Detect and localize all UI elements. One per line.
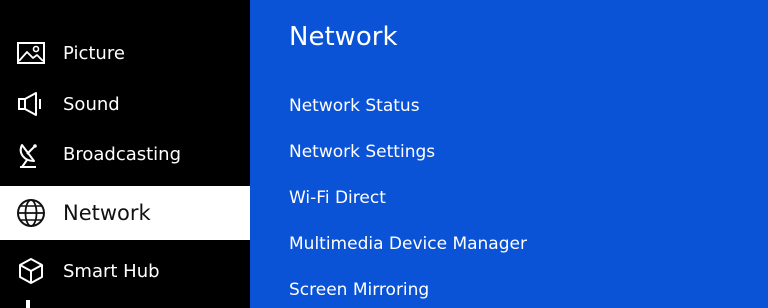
menu-item-screen-mirroring[interactable]: Screen Mirroring [289,280,429,300]
cube-icon [15,255,47,287]
speaker-icon [15,88,47,120]
menu-item-multimedia-device-manager[interactable]: Multimedia Device Manager [289,234,527,254]
menu-item-network-settings[interactable]: Network Settings [289,142,435,162]
sidebar-item-smart-hub[interactable]: Smart Hub [0,251,250,291]
sidebar-item-label: Network [63,201,151,225]
next-item-icon-partial [26,300,30,308]
network-panel: Network Network Status Network Settings … [250,0,768,308]
sidebar-item-network[interactable]: Network [0,186,250,240]
sidebar-item-label: Sound [63,93,120,115]
menu-item-wifi-direct[interactable]: Wi-Fi Direct [289,188,386,208]
sidebar-item-label: Picture [63,42,125,64]
picture-icon [15,37,47,69]
sidebar-item-label: Smart Hub [63,260,160,282]
page-title: Network [289,22,398,52]
menu-item-network-status[interactable]: Network Status [289,96,420,116]
globe-icon [15,197,47,229]
satellite-dish-icon [15,138,47,170]
settings-sidebar: Picture Sound Broadcasting Network Smart… [0,0,250,308]
settings-screen: Picture Sound Broadcasting Network Smart… [0,0,768,308]
sidebar-item-picture[interactable]: Picture [0,33,250,73]
sidebar-item-sound[interactable]: Sound [0,84,250,124]
sidebar-item-broadcasting[interactable]: Broadcasting [0,134,250,174]
sidebar-item-label: Broadcasting [63,143,182,165]
